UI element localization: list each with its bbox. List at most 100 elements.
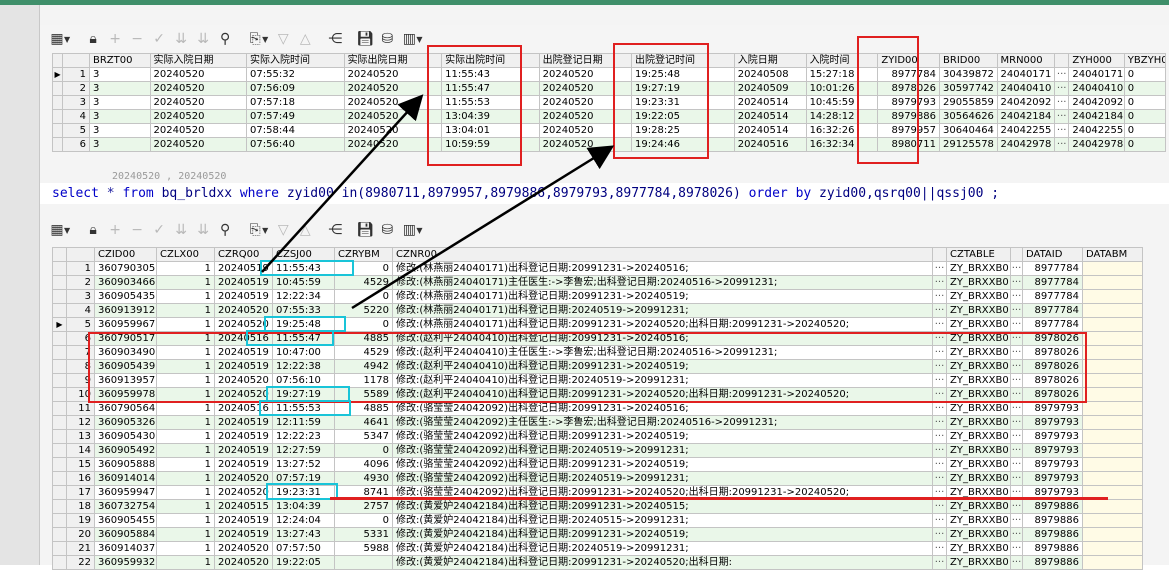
ellipsis-button[interactable]: ···: [1010, 541, 1023, 556]
lock-icon[interactable]: 🔒︎: [82, 219, 104, 241]
ellipsis-button[interactable]: ···: [932, 527, 947, 542]
table-cell[interactable]: 20240515: [214, 499, 273, 514]
table-cell[interactable]: 修改:(黄爱妒24042184)出科登记日期:20240515->2099123…: [392, 513, 933, 528]
table-cell[interactable]: 29055859: [939, 95, 998, 110]
table-cell[interactable]: 20240519: [214, 443, 273, 458]
table-row[interactable]: ▶ 1 3 20240520 07:55:32 20240520 11:55:43 20240…: [51, 67, 1167, 82]
chevron-down-icon[interactable]: ▼: [262, 226, 268, 235]
table-cell-empty[interactable]: [1082, 303, 1143, 318]
table-cell[interactable]: 360914037: [94, 541, 157, 556]
ellipsis-button[interactable]: ···: [1010, 513, 1023, 528]
table-cell[interactable]: 12:24:04: [272, 513, 335, 528]
table-cell[interactable]: 1: [156, 499, 215, 514]
table-cell[interactable]: 8977784: [1022, 303, 1083, 318]
ellipsis-button[interactable]: ···: [1053, 123, 1070, 138]
table-cell[interactable]: 20240514: [733, 95, 807, 110]
table-cell-empty[interactable]: [1082, 331, 1143, 346]
table-cell[interactable]: 20240509: [733, 81, 807, 96]
table-cell[interactable]: 1: [156, 289, 215, 304]
check-icon[interactable]: ✓: [148, 28, 170, 50]
table-cell-empty[interactable]: [1082, 373, 1143, 388]
ellipsis-button[interactable]: ···: [932, 401, 947, 416]
table-cell[interactable]: 360905888: [94, 457, 157, 472]
column-header[interactable]: CZTABLE: [946, 247, 1011, 262]
table-cell[interactable]: 3: [88, 109, 151, 124]
table-cell-empty[interactable]: [1082, 471, 1143, 486]
table-cell[interactable]: 07:57:49: [246, 109, 345, 124]
table-cell[interactable]: 8979793: [1022, 471, 1083, 486]
table-cell[interactable]: 24042255: [996, 123, 1055, 138]
table-cell[interactable]: 360914014: [94, 471, 157, 486]
table-cell-empty[interactable]: [1082, 261, 1143, 276]
table-cell[interactable]: 修改:(林燕丽24040171)出科登记日期:20991231->2024052…: [392, 317, 933, 332]
ellipsis-button[interactable]: ···: [932, 443, 947, 458]
ellipsis-button[interactable]: ···: [932, 317, 947, 332]
column-header[interactable]: CZNR00: [392, 247, 933, 262]
table-cell[interactable]: 12:27:59: [272, 443, 335, 458]
table-cell[interactable]: 07:55:32: [246, 67, 345, 82]
check-icon[interactable]: ✓: [148, 219, 170, 241]
table-row[interactable]: 3 360905435 1 20240519 12:22:34 0 修改:(林燕丽24040…: [52, 289, 1143, 304]
print-icon[interactable]: ⛁: [376, 219, 398, 241]
table-cell[interactable]: 4529: [334, 275, 393, 290]
column-header[interactable]: CZLX00: [156, 247, 215, 262]
table-cell-empty[interactable]: [1082, 541, 1143, 556]
ellipsis-button[interactable]: ···: [932, 471, 947, 486]
table-row[interactable]: 11 360790564 1 20240516 11:55:53 4885 修改:(骆莹莹2…: [52, 401, 1143, 416]
table-cell[interactable]: 24042184: [996, 109, 1055, 124]
table-cell[interactable]: 0: [334, 289, 393, 304]
table-row[interactable]: 2 360903466 1 20240519 10:45:59 4529 修改:(林燕丽24…: [52, 275, 1143, 290]
table-cell[interactable]: 20240520: [214, 541, 273, 556]
table-cell[interactable]: 0: [1123, 81, 1167, 96]
table-cell[interactable]: 360732754: [94, 499, 157, 514]
table-cell[interactable]: 1: [156, 303, 215, 318]
chevron-down-icon[interactable]: ▼: [64, 226, 70, 235]
table-cell[interactable]: 24042978: [1068, 137, 1125, 152]
column-header[interactable]: ZYH000: [1068, 53, 1125, 68]
table-cell[interactable]: 20240516: [733, 137, 807, 152]
bottom-result-grid[interactable]: CZID00 CZLX00 CZRQ00 CZSJ00 CZRYBM CZNR0…: [52, 247, 1143, 570]
save-icon[interactable]: 💾︎: [354, 219, 376, 241]
table-cell-empty[interactable]: [1082, 387, 1143, 402]
table-cell[interactable]: 8979793: [1022, 429, 1083, 444]
plus-icon[interactable]: +: [104, 28, 126, 50]
table-cell[interactable]: 修改:(黄爱妒24042184)出科登记日期:20240519->2099123…: [392, 541, 933, 556]
table-cell[interactable]: 修改:(骆莹莹24042092)出科登记日期:20991231->2024051…: [392, 429, 933, 444]
table-cell[interactable]: 修改:(骆莹莹24042092)主任医生:->李鲁宏;出科登记日期:202405…: [392, 415, 933, 430]
ellipsis-button[interactable]: ···: [1053, 137, 1070, 152]
table-cell[interactable]: 0: [1123, 137, 1167, 152]
table-cell[interactable]: 24042184: [1068, 109, 1125, 124]
table-cell[interactable]: 5347: [334, 429, 393, 444]
ellipsis-button[interactable]: ···: [932, 415, 947, 430]
table-cell[interactable]: 1: [156, 471, 215, 486]
table-cell[interactable]: 360905430: [94, 429, 157, 444]
table-row[interactable]: 18 360732754 1 20240515 13:04:39 2757 修改:(黄爱妒2…: [52, 499, 1143, 514]
table-cell-empty[interactable]: [1082, 555, 1143, 570]
table-cell[interactable]: 13:04:39: [272, 499, 335, 514]
table-cell[interactable]: ZY_BRXXB0: [946, 275, 1011, 290]
table-cell[interactable]: 20240519: [214, 513, 273, 528]
column-header[interactable]: 实际入院时间: [246, 53, 345, 68]
table-cell-empty[interactable]: [1082, 457, 1143, 472]
table-cell[interactable]: 1: [156, 527, 215, 542]
ellipsis-button[interactable]: ···: [1010, 429, 1023, 444]
table-cell[interactable]: 8979793: [1022, 457, 1083, 472]
table-cell[interactable]: 0: [334, 513, 393, 528]
table-row[interactable]: 12 360905326 1 20240519 12:11:59 4641 修改:(骆莹莹2…: [52, 415, 1143, 430]
table-row[interactable]: 13 360905430 1 20240519 12:22:23 5347 修改:(骆莹莹2…: [52, 429, 1143, 444]
table-cell[interactable]: 20240519: [214, 289, 273, 304]
table-cell[interactable]: 24042092: [996, 95, 1055, 110]
triangle-down-icon[interactable]: ▽: [272, 28, 294, 50]
table-cell[interactable]: 1: [156, 555, 215, 570]
table-cell[interactable]: 1: [156, 401, 215, 416]
sql-statement[interactable]: select * from bq_brldxx where zyid00 in(…: [40, 183, 1169, 204]
table-cell[interactable]: 修改:(林燕丽24040171)出科登记日期:20240519->2099123…: [392, 303, 933, 318]
table-row[interactable]: 4 3 20240520 07:57:49 20240520 13:04:39 202405…: [51, 109, 1167, 124]
chevron-down-icon[interactable]: ▼: [64, 35, 70, 44]
table-row[interactable]: 16 360914014 1 20240520 07:57:19 4930 修改:(骆莹莹2…: [52, 471, 1143, 486]
ellipsis-button[interactable]: ···: [1010, 415, 1023, 430]
table-cell[interactable]: 29125578: [939, 137, 998, 152]
ellipsis-button[interactable]: ···: [1010, 457, 1023, 472]
table-cell[interactable]: 20240519: [214, 457, 273, 472]
table-cell[interactable]: 20240519: [214, 527, 273, 542]
